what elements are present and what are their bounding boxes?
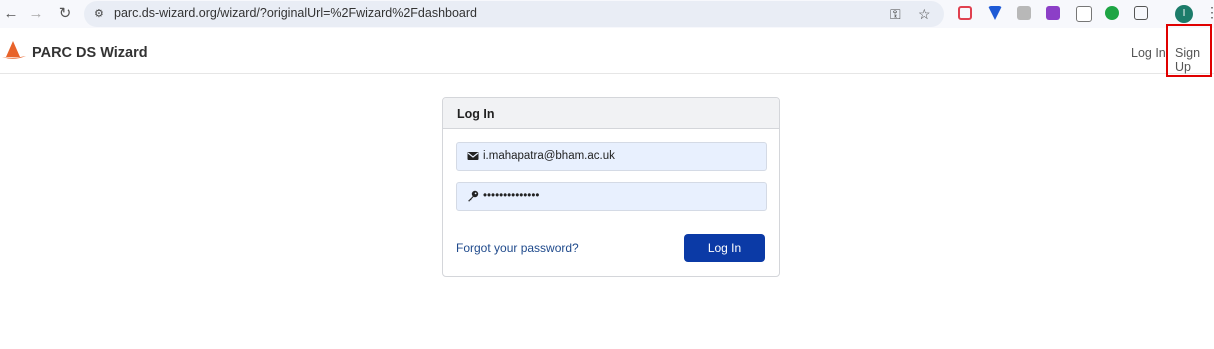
password-key-icon[interactable]: ⚿ [890, 6, 901, 22]
url-text[interactable]: parc.ds-wizard.org/wizard/?originalUrl=%… [114, 6, 477, 20]
login-card: Log In i.mahapatra@bham.ac.uk ••••••••••… [442, 97, 780, 277]
forgot-password-link[interactable]: Forgot your password? [456, 241, 579, 255]
forward-icon[interactable]: → [27, 5, 45, 23]
login-card-header: Log In [443, 98, 779, 129]
wizard-hat-logo-icon[interactable] [2, 40, 26, 62]
profile-avatar[interactable]: I [1175, 5, 1193, 23]
back-icon[interactable]: ← [2, 5, 20, 23]
browser-menu-icon[interactable]: ⋮ [1205, 4, 1214, 21]
password-field[interactable]: •••••••••••••• [456, 182, 767, 211]
email-field[interactable]: i.mahapatra@bham.ac.uk [456, 142, 767, 171]
browser-toolbar: ← → ↻ ⚙ parc.ds-wizard.org/wizard/?origi… [0, 0, 1214, 28]
reader-extension-icon[interactable] [1017, 6, 1031, 20]
bookmark-star-icon[interactable]: ☆ [918, 6, 931, 22]
email-value[interactable]: i.mahapatra@bham.ac.uk [483, 150, 615, 162]
document-extension-icon[interactable] [1076, 6, 1092, 22]
password-value[interactable]: •••••••••••••• [483, 190, 539, 202]
login-submit-button[interactable]: Log In [684, 234, 765, 262]
address-bar[interactable]: ⚙ parc.ds-wizard.org/wizard/?originalUrl… [84, 1, 944, 27]
site-settings-icon[interactable]: ⚙ [94, 7, 108, 21]
vee-extension-icon[interactable] [988, 6, 1002, 20]
brand-name[interactable]: PARC DS Wizard [32, 45, 148, 61]
evernote-extension-icon[interactable] [1105, 6, 1119, 20]
pocket-extension-icon[interactable] [958, 6, 972, 20]
app-header: PARC DS Wizard Log In Sign Up [0, 33, 1214, 74]
annotation-highlight-box [1166, 24, 1212, 77]
purple-extension-icon[interactable] [1046, 6, 1060, 20]
extensions-puzzle-icon[interactable] [1134, 6, 1148, 20]
reload-icon[interactable]: ↻ [56, 5, 74, 23]
login-link[interactable]: Log In [1131, 46, 1166, 60]
login-card-title: Log In [457, 107, 495, 121]
key-icon [468, 190, 479, 202]
envelope-icon [467, 152, 479, 160]
